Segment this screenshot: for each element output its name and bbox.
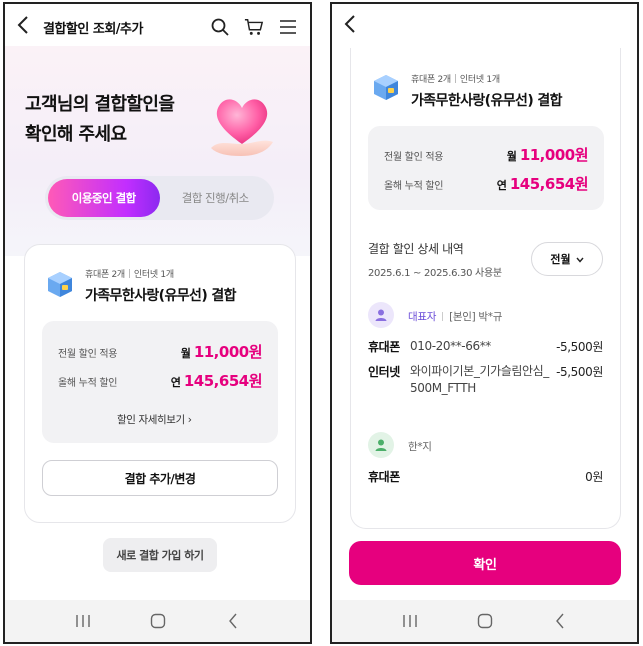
system-back-icon[interactable]	[221, 611, 245, 631]
tab-active-bundles[interactable]: 이용중인 결합	[48, 179, 160, 217]
phone-count-tag: 휴대폰 2개	[411, 75, 451, 85]
discount-summary-box: 전월 할인 적용 월 11,000원 올해 누적 할인 연 145,654원 할인 …	[42, 321, 278, 443]
last-month-unit: 월	[506, 150, 517, 163]
app-header: 결합할인 조회/추가	[5, 4, 310, 50]
last-month-label: 전월 할인 적용	[384, 152, 444, 163]
discount-summary-box: 전월 할인 적용 월 11,000원 올해 누적 할인 연 145,654원	[368, 126, 604, 210]
system-back-icon[interactable]	[548, 611, 572, 631]
line-discount: 0원	[585, 470, 603, 484]
line-type: 휴대폰	[368, 340, 400, 354]
page-title: 결합할인 조회/추가	[43, 21, 143, 37]
cart-icon[interactable]	[244, 17, 264, 37]
member-avatar-icon	[368, 432, 394, 458]
line-type: 휴대폰	[368, 470, 400, 484]
hero-title: 고객님의 결합할인을 확인해 주세요	[25, 94, 175, 145]
discount-detail-link[interactable]: 할인 자세히보기 ›	[117, 412, 192, 427]
cumulative-amount: 145,654원	[509, 175, 589, 193]
member-name: 한*지	[408, 441, 432, 453]
line-type: 인터넷	[368, 365, 400, 379]
confirm-button[interactable]: 확인	[349, 541, 621, 585]
heart-hand-icon	[205, 86, 280, 161]
phone-screen-right: 휴대폰 2개 인터넷 1개 가족무한사랑(유무선) 결합 전월 할인 적용 월1…	[330, 2, 639, 644]
plan-name: 가족무한사랑(유무선) 결합	[85, 288, 237, 304]
line-discount: -5,500원	[556, 365, 603, 379]
app-header-right	[332, 4, 637, 48]
bundle-card: 휴대폰 2개 인터넷 1개 가족무한사랑(유무선) 결합 전월 할인 적용 월1…	[24, 244, 296, 523]
bundle-box-icon	[371, 72, 401, 102]
internet-count-tag: 인터넷 1개	[133, 270, 174, 280]
last-month-unit: 월	[180, 347, 191, 360]
cumulative-amount: 145,654원	[183, 372, 263, 390]
internet-count-tag: 인터넷 1개	[459, 75, 500, 85]
phone-screen-left: 결합할인 조회/추가 고객님의 결합할인을 확인해 주세요 이용중인 결합 결합…	[3, 2, 312, 644]
phone-count-tag: 휴대폰 2개	[85, 270, 125, 280]
discount-detail-title: 결합 할인 상세 내역	[368, 242, 464, 256]
recent-apps-icon[interactable]	[398, 611, 422, 631]
home-icon[interactable]	[146, 611, 170, 631]
line-number: 010-20**-66**	[410, 339, 491, 353]
last-month-label: 전월 할인 적용	[58, 349, 118, 360]
system-nav-bar	[332, 600, 637, 642]
cumulative-label: 올해 누적 할인	[384, 181, 444, 192]
back-arrow-icon[interactable]	[344, 14, 364, 38]
chevron-down-icon	[576, 253, 584, 266]
member-tag: [본인]	[449, 311, 476, 323]
month-dropdown[interactable]: 전월	[531, 242, 603, 276]
line-row-internet: 인터넷 와이파이기본_기가슬림안심_500M_FTTH -5,500원	[368, 363, 603, 397]
cumulative-row: 올해 누적 할인 연 145,654원	[58, 370, 263, 391]
member-avatar-icon	[368, 302, 394, 328]
add-change-bundle-button[interactable]: 결합 추가/변경	[42, 460, 278, 496]
line-count-tags: 휴대폰 2개 인터넷 1개	[85, 267, 174, 280]
new-bundle-join-button[interactable]: 새로 결합 가입 하기	[103, 538, 217, 572]
bundle-detail-card: 휴대폰 2개 인터넷 1개 가족무한사랑(유무선) 결합 전월 할인 적용 월1…	[350, 48, 621, 529]
line-row-phone: 휴대폰 0원	[368, 468, 603, 485]
cumulative-unit: 연	[170, 376, 181, 389]
last-month-row: 전월 할인 적용 월 11,000원	[58, 341, 263, 362]
last-month-amount: 11,000원	[519, 146, 589, 164]
bundle-box-icon	[45, 269, 75, 299]
menu-icon[interactable]	[278, 17, 298, 37]
recent-apps-icon[interactable]	[71, 611, 95, 631]
last-month-row: 전월 할인 적용 월 11,000원	[384, 144, 589, 165]
member-name: 박*규	[478, 311, 503, 323]
member-header: 대표자 [본인] 박*규	[408, 309, 502, 324]
line-count-tags: 휴대폰 2개 인터넷 1개	[411, 72, 500, 85]
cumulative-row: 올해 누적 할인 연 145,654원	[384, 173, 589, 194]
home-icon[interactable]	[473, 611, 497, 631]
back-arrow-icon[interactable]	[17, 15, 37, 39]
line-number	[410, 468, 550, 485]
tab-progress-cancel[interactable]: 결합 진행/취소	[160, 179, 272, 217]
last-month-amount: 11,000원	[193, 343, 263, 361]
usage-period: 2025.6.1 ~ 2025.6.30 사용분	[368, 268, 502, 279]
month-dropdown-value: 전월	[550, 253, 571, 266]
hero-banner: 고객님의 결합할인을 확인해 주세요 이용중인 결합 결합 진행/취소	[5, 46, 310, 256]
cumulative-label: 올해 누적 할인	[58, 378, 118, 389]
line-product: 와이파이기본_기가슬림안심_500M_FTTH	[410, 364, 549, 395]
search-icon[interactable]	[210, 17, 230, 37]
member-role: 대표자	[408, 311, 437, 323]
cumulative-unit: 연	[496, 179, 507, 192]
tab-bar: 이용중인 결합 결합 진행/취소	[45, 176, 274, 220]
system-nav-bar	[5, 600, 310, 642]
member-header: 한*지	[408, 439, 432, 454]
plan-name: 가족무한사랑(유무선) 결합	[411, 93, 563, 109]
line-row-phone: 휴대폰 010-20**-66** -5,500원	[368, 338, 603, 355]
line-discount: -5,500원	[556, 340, 603, 354]
